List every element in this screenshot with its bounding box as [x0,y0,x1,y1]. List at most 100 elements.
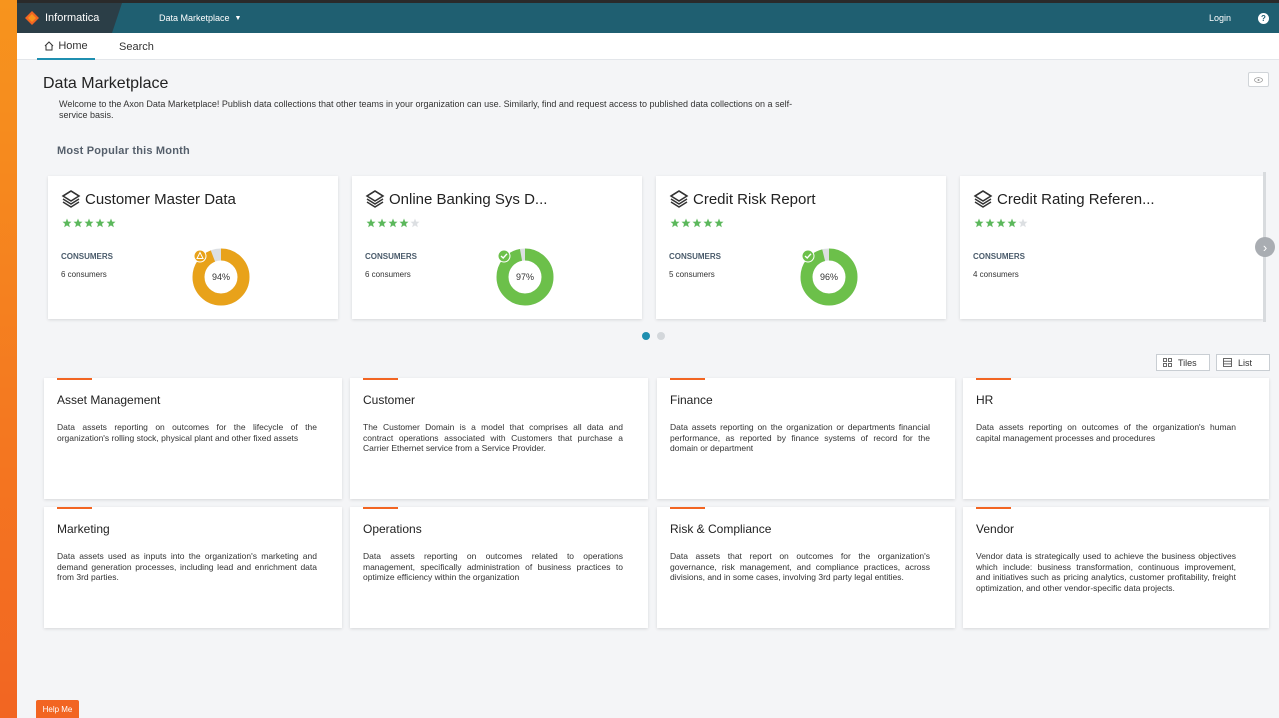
star-icon [399,218,409,228]
card-accent-bar [670,378,705,380]
domain-title: Customer [363,393,416,407]
domain-description: The Customer Domain is a model that comp… [363,422,623,453]
card-accent-bar [976,507,1011,509]
tiles-view-button[interactable]: Tiles [1156,354,1210,371]
card-accent-bar [670,507,705,509]
section-title-popular: Most Popular this Month [57,145,190,157]
tiles-label: Tiles [1178,357,1197,368]
star-icon [974,218,984,228]
data-collection-icon [973,190,993,208]
domain-card[interactable]: Customer The Customer Domain is a model t… [350,378,648,499]
domain-title: Operations [363,522,422,536]
card-title: Credit Rating Referen... [997,190,1155,208]
popular-card[interactable]: Customer Master Data CONSUMERS 6 consumers… [48,176,338,319]
star-icon [670,218,680,228]
star-icon [1018,218,1028,228]
help-me-button[interactable]: Help Me [36,700,79,718]
domain-card[interactable]: Marketing Data assets used as inputs into… [44,507,342,628]
card-accent-bar [57,378,92,380]
star-icon [377,218,387,228]
domain-card[interactable]: Risk & Compliance Data assets that report… [657,507,955,628]
login-link[interactable]: Login [1209,13,1231,23]
domain-card[interactable]: Asset Management Data assets reporting on… [44,378,342,499]
star-icon [703,218,713,228]
carousel-next-button[interactable]: › [1255,237,1275,257]
domain-description: Data assets reporting on outcomes relate… [363,551,623,582]
carousel-dot-2[interactable] [657,332,665,340]
domain-card[interactable]: HR Data assets reporting on outcomes of t… [963,378,1269,499]
rating-stars [366,218,421,228]
top-bar: Informatica Data Marketplace ▼ Login ? [17,3,1279,33]
domain-title: Asset Management [57,393,161,407]
consumers-count: 4 consumers [973,270,1019,279]
popular-card[interactable]: Online Banking Sys D... CONSUMERS 6 consum… [352,176,642,319]
rating-stars [670,218,725,228]
rating-stars [974,218,1029,228]
tab-home[interactable]: Home [37,33,95,60]
nav-bar: Home Search [17,33,1279,60]
popular-card[interactable]: Credit Risk Report CONSUMERS 5 consumers 96… [656,176,946,319]
home-icon [44,40,54,50]
tab-search-label: Search [119,40,154,53]
popular-card[interactable]: Credit Rating Referen... CONSUMERS 4 consu… [960,176,1263,319]
domain-title: Marketing [57,522,110,536]
domain-title: Finance [670,393,713,407]
grid-icon [1163,358,1172,367]
card-accent-bar [363,507,398,509]
star-icon [681,218,691,228]
informatica-logo-icon [25,11,39,25]
domain-description: Data assets reporting on outcomes for th… [57,422,317,443]
card-title: Online Banking Sys D... [389,190,548,208]
domain-title: Risk & Compliance [670,522,772,536]
card-accent-bar [976,378,1011,380]
domain-title: Vendor [976,522,1015,536]
consumers-count: 5 consumers [669,270,715,279]
domain-card[interactable]: Vendor Vendor data is strategically used … [963,507,1269,628]
consumers-count: 6 consumers [61,270,107,279]
tab-search[interactable]: Search [119,33,154,60]
tab-home-label: Home [58,39,88,52]
star-icon [73,218,83,228]
domain-card[interactable]: Operations Data assets reporting on outco… [350,507,648,628]
quality-percent: 94% [211,272,230,282]
consumers-label: CONSUMERS [669,252,722,261]
star-icon [692,218,702,228]
list-label: List [1238,357,1253,368]
chevron-right-icon: › [1262,239,1268,255]
star-icon [106,218,116,228]
card-title-row: Credit Risk Report [669,189,816,209]
left-accent-stripe [0,0,17,718]
card-accent-bar [57,507,92,509]
domain-description: Data assets reporting on outcomes of the… [976,422,1236,443]
hide-banner-button[interactable] [1248,72,1269,87]
help-icon[interactable]: ? [1258,12,1269,24]
rating-stars [62,218,117,228]
chevron-down-icon: ▼ [234,14,242,22]
eye-icon [1254,76,1263,83]
star-icon [62,218,72,228]
quality-percent: 96% [819,272,838,282]
card-title-row: Credit Rating Referen... [973,189,1155,209]
consumers-label: CONSUMERS [365,252,418,261]
card-accent-bar [363,378,398,380]
star-icon [410,218,420,228]
card-title-row: Customer Master Data [61,189,236,209]
star-icon [1007,218,1017,228]
carousel-dot-1[interactable] [642,332,650,340]
consumers-label: CONSUMERS [973,252,1026,261]
quality-percent: 97% [515,272,534,282]
card-title: Credit Risk Report [693,190,816,208]
data-collection-icon [365,190,385,208]
brand[interactable]: Informatica [17,3,122,33]
app-switcher-label: Data Marketplace [159,13,230,23]
domain-card[interactable]: Finance Data assets reporting on the orga… [657,378,955,499]
list-icon [1223,358,1232,367]
star-icon [366,218,376,228]
card-title: Customer Master Data [85,190,236,208]
list-view-button[interactable]: List [1216,354,1270,371]
app-switcher-menu[interactable]: Data Marketplace ▼ [159,13,241,23]
welcome-text: Welcome to the Axon Data Marketplace! Pu… [59,99,793,120]
data-collection-icon [61,190,81,208]
domain-title: HR [976,393,994,407]
card-title-row: Online Banking Sys D... [365,189,547,209]
